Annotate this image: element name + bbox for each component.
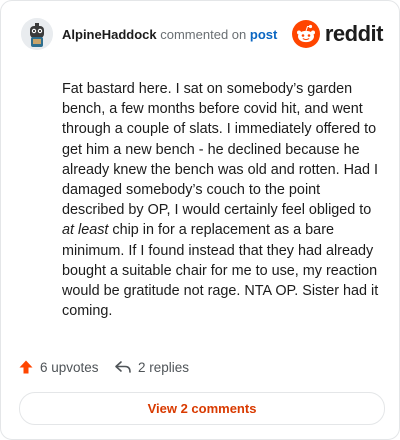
comment-text-part-1: Fat bastard here. I sat on somebody’s ga… [62, 81, 378, 219]
reddit-logo-icon [291, 20, 320, 48]
snoo-avatar-icon [21, 18, 53, 50]
upvote-count: 6 upvotes [40, 359, 99, 375]
avatar[interactable] [21, 18, 53, 50]
comment-card: AlpineHaddock commented on post reddit F… [0, 0, 400, 440]
upvote-button[interactable]: 6 upvotes [18, 359, 99, 375]
upvote-arrow-icon [19, 360, 33, 374]
comment-header: AlpineHaddock commented on post reddit [21, 18, 384, 52]
comment-text-emphasis: at least [62, 222, 109, 239]
view-comments-button[interactable]: View 2 comments [19, 392, 385, 425]
comment-body: Fat bastard here. I sat on somebody’s ga… [62, 79, 380, 321]
brand-wordmark: reddit [324, 21, 384, 46]
username[interactable]: AlpineHaddock [62, 27, 157, 42]
reply-arrow-icon [115, 361, 131, 373]
post-link[interactable]: post [250, 27, 277, 42]
commented-on-text: commented on [160, 27, 247, 42]
comment-text-part-2: chip in for a replacement as a bare mini… [62, 222, 379, 320]
reddit-brand[interactable]: reddit [291, 19, 384, 49]
reply-count: 2 replies [138, 359, 190, 375]
comment-meta: AlpineHaddock commented on post [62, 27, 277, 42]
replies-button[interactable]: 2 replies [114, 359, 189, 375]
